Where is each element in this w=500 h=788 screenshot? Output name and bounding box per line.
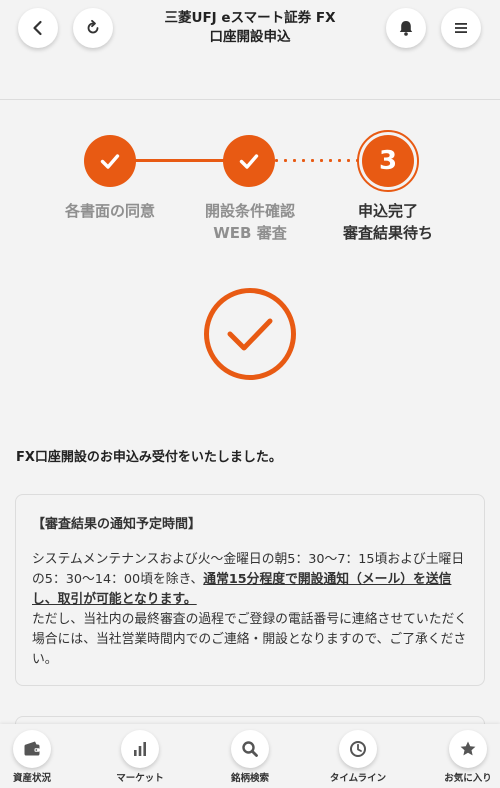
menu-icon <box>455 23 467 33</box>
completion-check-icon <box>204 288 296 380</box>
page-title-line2: 口座開設申込 <box>209 29 291 45</box>
step-1-label: 各書面の同意 <box>40 200 180 222</box>
tab-favorites[interactable]: お気に入り <box>418 724 500 788</box>
notice-title: 【審査結果の通知予定時間】 <box>32 517 202 532</box>
step-2-complete <box>223 135 275 187</box>
application-received-message: FX口座開設のお申込み受付をいたしました。 <box>16 450 282 465</box>
tab-timeline-label: タイムライン <box>329 773 387 784</box>
tab-search-label: 銘柄検索 <box>230 773 269 784</box>
bell-icon <box>399 21 413 36</box>
tab-search-icon-button <box>231 730 269 768</box>
step-2-label-line2: WEB 審査 <box>213 224 287 242</box>
back-button[interactable] <box>18 8 58 48</box>
app-header: 三菱UFJ eスマート証券 FX 口座開設申込 <box>0 0 500 100</box>
search-icon <box>242 741 258 757</box>
menu-button[interactable] <box>441 8 481 48</box>
step-3-label: 申込完了 審査結果待ち <box>318 200 458 244</box>
step-2-label: 開設条件確認 WEB 審査 <box>180 200 320 244</box>
clock-icon <box>350 741 366 757</box>
step-2-label-line1: 開設条件確認 <box>204 202 295 220</box>
notice-body: システムメンテナンスおよび火〜金曜日の朝5：30〜7：15頃および土曜日の5：3… <box>32 550 468 670</box>
check-icon <box>239 154 259 169</box>
step-1-complete <box>84 135 136 187</box>
check-icon <box>100 154 120 169</box>
review-notice-box: 【審査結果の通知予定時間】 システムメンテナンスおよび火〜金曜日の朝5：30〜7… <box>15 494 485 686</box>
back-icon <box>33 20 42 36</box>
tab-favorites-icon-button <box>449 730 487 768</box>
star-icon <box>460 741 476 756</box>
tab-assets-label: 資産状況 <box>12 773 51 784</box>
tab-assets-icon-button <box>13 730 51 768</box>
step-1-label-line1: 各書面の同意 <box>64 202 155 220</box>
tab-timeline-icon-button <box>339 730 377 768</box>
bottom-tab-bar: 資産状況 マーケット 銘柄検索 タイムライン お気に入り <box>0 724 500 788</box>
tab-market[interactable]: マーケット <box>90 724 190 788</box>
refresh-icon <box>87 19 99 34</box>
stepper-line-pending <box>272 159 362 162</box>
tab-timeline[interactable]: タイムライン <box>308 724 408 788</box>
tab-assets[interactable]: 資産状況 <box>0 724 82 788</box>
notice-body-part2: ただし、当社内の最終審査の過程でご登録の電話番号に連絡させていただく場合には、当… <box>32 612 468 667</box>
tab-market-label: マーケット <box>116 773 164 784</box>
step-3-number: 3 <box>362 135 414 187</box>
progress-stepper: 3 各書面の同意 開設条件確認 WEB 審査 申込完了 審査結果待ち <box>0 130 500 250</box>
page-title-line1: 三菱UFJ eスマート証券 FX <box>164 10 336 26</box>
step-3-current: 3 <box>357 130 419 192</box>
tab-favorites-label: お気に入り <box>444 773 492 784</box>
refresh-button[interactable] <box>73 8 113 48</box>
tab-market-icon-button <box>121 730 159 768</box>
page-title: 三菱UFJ eスマート証券 FX 口座開設申込 <box>120 9 380 47</box>
step-3-label-line2: 審査結果待ち <box>342 224 433 242</box>
wallet-icon <box>24 741 40 756</box>
tab-search[interactable]: 銘柄検索 <box>200 724 300 788</box>
bar-chart-icon <box>134 742 146 756</box>
notification-button[interactable] <box>386 8 426 48</box>
step-3-label-line1: 申込完了 <box>357 202 418 220</box>
